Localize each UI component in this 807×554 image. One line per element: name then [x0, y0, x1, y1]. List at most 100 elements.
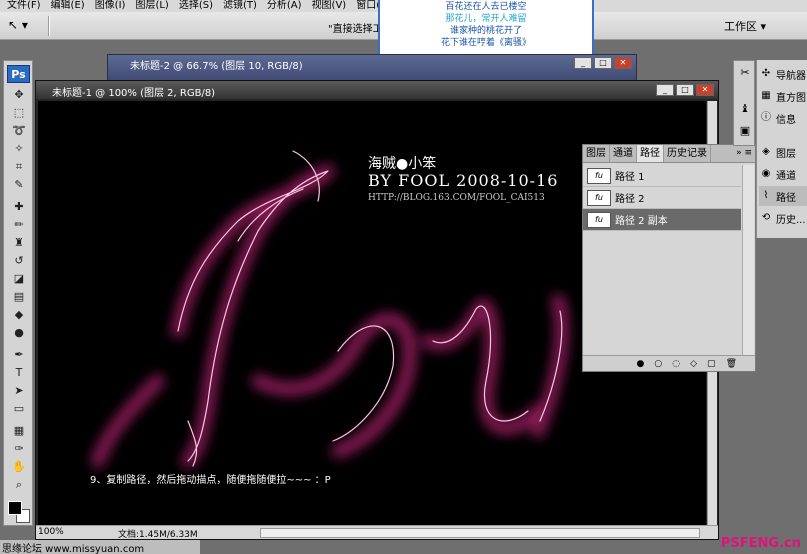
- pen-tool-icon[interactable]: ✒: [9, 347, 29, 363]
- dock-label: 信息: [776, 114, 796, 126]
- move-tool-icon[interactable]: ✥: [9, 87, 29, 103]
- panel-menu-icon[interactable]: » ≡: [736, 148, 752, 158]
- document-status-bar: 100% 文档:1.45M/6.33M: [36, 525, 718, 540]
- eyedropper2-tool-icon[interactable]: ✑: [9, 441, 29, 457]
- document-2-title: 未标题-2 @ 66.7% (图层 10, RGB/8): [130, 61, 303, 72]
- dock-paths[interactable]: ⌇ 路径: [759, 186, 807, 206]
- popup-line: 那花儿，常开人难留: [445, 14, 527, 24]
- toolbox: Ps ✥ ⬚ ➰ ✧ ⌗ ✎ ✚ ✏ ♜ ↺ ◪ ▤ ◆ ● ✒ T ➤ ▭ ▦…: [3, 60, 33, 526]
- path-row[interactable]: fu 路径 1: [583, 165, 741, 187]
- shape-tool-icon[interactable]: ▭: [9, 401, 29, 417]
- minimize-icon[interactable]: _: [574, 57, 592, 69]
- close-icon[interactable]: ✕: [696, 84, 714, 96]
- fill-path-icon[interactable]: ●: [637, 359, 645, 369]
- dock-channels[interactable]: ◉ 通道: [759, 164, 807, 184]
- workspace-button[interactable]: 工作区 ▾: [718, 17, 780, 35]
- stroke-path-icon[interactable]: ○: [654, 359, 662, 369]
- paths-panel-scrollbar[interactable]: [742, 165, 754, 355]
- gradient-tool-icon[interactable]: ▤: [9, 289, 29, 305]
- document-2-window-controls: _ □ ✕: [574, 57, 632, 69]
- history-icon: ⟲: [761, 212, 771, 223]
- menu-analysis[interactable]: 分析(A): [262, 0, 307, 12]
- zoom-level[interactable]: 100%: [38, 527, 64, 537]
- dock-layers[interactable]: ◈ 图层: [759, 142, 807, 162]
- layers-icon: ◈: [762, 146, 770, 157]
- site-watermark-left: 思缘论坛 www.missyuan.com: [0, 540, 200, 554]
- document-1-title: 未标题-1 @ 100% (图层 2, RGB/8): [52, 88, 216, 99]
- photoshop-window: 文件(F) 编辑(E) 图像(I) 图层(L) 选择(S) 滤镜(T) 分析(A…: [0, 0, 807, 554]
- menu-filter[interactable]: 滤镜(T): [218, 0, 262, 12]
- magic-wand-tool-icon[interactable]: ✧: [9, 141, 29, 157]
- menu-file[interactable]: 文件(F): [2, 0, 46, 12]
- right-panel-dock: ✣ 导航器 ▦ 直方图 ⓘ 信息 ◈ 图层 ◉ 通道 ⌇ 路径 ⟲ 历史...: [756, 60, 807, 238]
- dock-navigator[interactable]: ✣ 导航器: [759, 64, 807, 84]
- dock-label: 导航器: [776, 70, 806, 82]
- dock-icon-strip: ✂ ♝ ▣: [733, 60, 755, 146]
- eyedropper-tool-icon[interactable]: ✎: [9, 177, 29, 193]
- type-tool-icon[interactable]: T: [9, 365, 29, 381]
- histogram-icon: ▦: [761, 90, 771, 101]
- menu-select[interactable]: 选择(S): [174, 0, 218, 12]
- popup-line: 谁家种的桃花开了: [449, 26, 522, 36]
- tab-history[interactable]: 历史记录: [664, 145, 711, 162]
- ps-logo: Ps: [7, 65, 30, 83]
- maximize-icon[interactable]: □: [594, 57, 612, 69]
- brush-preset-icon[interactable]: ♝: [737, 101, 753, 117]
- menu-view[interactable]: 视图(V): [307, 0, 352, 12]
- notes-tool-icon[interactable]: ▦: [9, 423, 29, 439]
- path-row[interactable]: fu 路径 2: [583, 187, 741, 209]
- channels-icon: ◉: [761, 168, 771, 179]
- path-name: 路径 1: [615, 172, 645, 183]
- eraser-tool-icon[interactable]: ◪: [9, 271, 29, 287]
- dock-history[interactable]: ⟲ 历史...: [759, 208, 807, 228]
- menu-layer[interactable]: 图层(L): [130, 0, 173, 12]
- load-selection-icon[interactable]: ◌: [672, 359, 680, 369]
- new-path-icon[interactable]: ▢: [707, 359, 716, 369]
- menu-edit[interactable]: 编辑(E): [46, 0, 90, 12]
- maximize-icon[interactable]: □: [676, 84, 694, 96]
- tools-icon[interactable]: ✂: [737, 65, 753, 81]
- clone-source-icon[interactable]: ▣: [737, 123, 753, 139]
- document-size-info[interactable]: 文档:1.45M/6.33M: [118, 527, 198, 540]
- document-horizontal-scrollbar[interactable]: [260, 528, 700, 538]
- paths-panel: 图层 通道 路径 历史记录 » ≡ fu 路径 1 fu 路径 2 fu 路径 …: [582, 144, 756, 372]
- hand-tool-icon[interactable]: ✋: [9, 459, 29, 475]
- tab-layers[interactable]: 图层: [583, 145, 610, 162]
- clone-stamp-tool-icon[interactable]: ♜: [9, 235, 29, 251]
- path-name: 路径 2: [615, 194, 645, 205]
- dock-histogram[interactable]: ▦ 直方图: [759, 86, 807, 106]
- path-thumbnail-icon: fu: [587, 189, 611, 206]
- crop-tool-icon[interactable]: ⌗: [9, 159, 29, 175]
- dock-label: 直方图: [776, 92, 806, 104]
- paths-panel-footer: ● ○ ◌ ◇ ▢ 🗑: [583, 355, 755, 371]
- dodge-tool-icon[interactable]: ●: [9, 325, 29, 341]
- tab-channels[interactable]: 通道: [610, 145, 637, 162]
- document-1-titlebar[interactable]: 未标题-1 @ 100% (图层 2, RGB/8) _ □ ✕: [36, 81, 718, 99]
- dock-info[interactable]: ⓘ 信息: [759, 108, 807, 128]
- direct-selection-arrow-icon[interactable]: ↖ ▾: [8, 18, 42, 34]
- tab-paths[interactable]: 路径: [637, 145, 664, 162]
- dock-label: 路径: [776, 192, 796, 204]
- marquee-tool-icon[interactable]: ⬚: [9, 105, 29, 121]
- popup-line: 花下谁在哼着《离骚》: [440, 38, 531, 48]
- blur-tool-icon[interactable]: ◆: [9, 307, 29, 323]
- lasso-tool-icon[interactable]: ➰: [9, 123, 29, 139]
- options-separator: [48, 16, 50, 36]
- panel-tabs: 图层 通道 路径 历史记录 » ≡: [583, 145, 755, 163]
- artwork-author-text: 海贼●小笨: [368, 156, 437, 172]
- menu-image[interactable]: 图像(I): [90, 0, 131, 12]
- make-work-path-icon[interactable]: ◇: [690, 359, 697, 369]
- path-selection-tool-icon[interactable]: ➤: [9, 383, 29, 399]
- healing-brush-tool-icon[interactable]: ✚: [9, 199, 29, 215]
- path-thumbnail-icon: fu: [587, 167, 611, 184]
- delete-path-icon[interactable]: 🗑: [726, 359, 737, 369]
- history-brush-tool-icon[interactable]: ↺: [9, 253, 29, 269]
- minimize-icon[interactable]: _: [656, 84, 674, 96]
- foreground-color-swatch[interactable]: [8, 501, 22, 515]
- zoom-tool-icon[interactable]: ⌕: [9, 477, 29, 493]
- site-watermark-right: PSFENG.cn: [720, 536, 801, 551]
- path-row-selected[interactable]: fu 路径 2 副本: [583, 209, 741, 231]
- brush-tool-icon[interactable]: ✏: [9, 217, 29, 233]
- close-icon[interactable]: ✕: [614, 57, 632, 69]
- tutorial-step-caption: 9、复制路径，然后拖动描点，随便拖随便拉~~~ ：P: [90, 475, 331, 486]
